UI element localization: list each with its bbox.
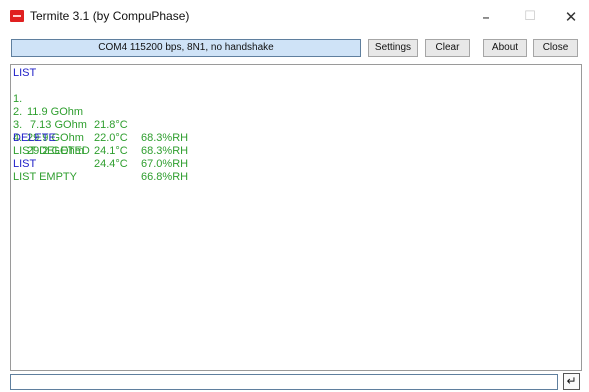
terminal-line-sent: DELETE (13, 132, 56, 144)
command-input[interactable] (10, 374, 558, 390)
terminal-line-received: 1. 11.9 GOhm 21.8°C 68.3%RH (13, 80, 573, 144)
port-status-field[interactable]: COM4 115200 bps, 8N1, no handshake (11, 39, 361, 57)
maximize-icon[interactable]: ☐ (510, 4, 550, 30)
window-title: Termite 3.1 (by CompuPhase) (30, 9, 190, 23)
toolbar: COM4 115200 bps, 8N1, no handshake Setti… (0, 34, 589, 62)
terminal-line-received: 2. 7.13 GOhm 22.0°C 68.3%RH (13, 93, 573, 157)
terminal-line-sent: LIST (13, 158, 37, 170)
close-window-icon[interactable]: ✕ (551, 4, 589, 30)
record-humidity: 66.8%RH (141, 171, 189, 183)
record-humidity: 68.3%RH (141, 145, 189, 157)
terminal-output[interactable]: LIST 1. 11.9 GOhm 21.8°C 68.3%RH 2. 7.13… (10, 64, 582, 371)
terminal-line-received: LIST DELETED (13, 145, 90, 157)
terminal-line-sent: LIST (13, 67, 37, 79)
record-temperature: 22.0°C (94, 132, 128, 144)
close-button[interactable]: Close (533, 39, 578, 57)
send-enter-icon[interactable]: ↵ (563, 373, 580, 390)
record-temperature: 24.1°C (94, 145, 128, 157)
terminal-line-received: 3. 29.9 GOhm 24.1°C 67.0%RH (13, 106, 573, 170)
settings-button[interactable]: Settings (368, 39, 418, 57)
record-humidity: 68.3%RH (141, 132, 189, 144)
record-humidity: 67.0%RH (141, 158, 189, 170)
record-temperature: 24.4°C (94, 158, 128, 170)
clear-button[interactable]: Clear (425, 39, 470, 57)
terminal-line-received: 4. 29.2 GOhm 24.4°C 66.8%RH (13, 119, 573, 183)
title-bar: Termite 3.1 (by CompuPhase) – ☐ ✕ (0, 0, 589, 34)
terminal-line-received: LIST EMPTY (13, 171, 77, 183)
termite-app-icon (10, 10, 24, 22)
about-button[interactable]: About (483, 39, 527, 57)
minimize-icon[interactable]: – (466, 4, 506, 30)
